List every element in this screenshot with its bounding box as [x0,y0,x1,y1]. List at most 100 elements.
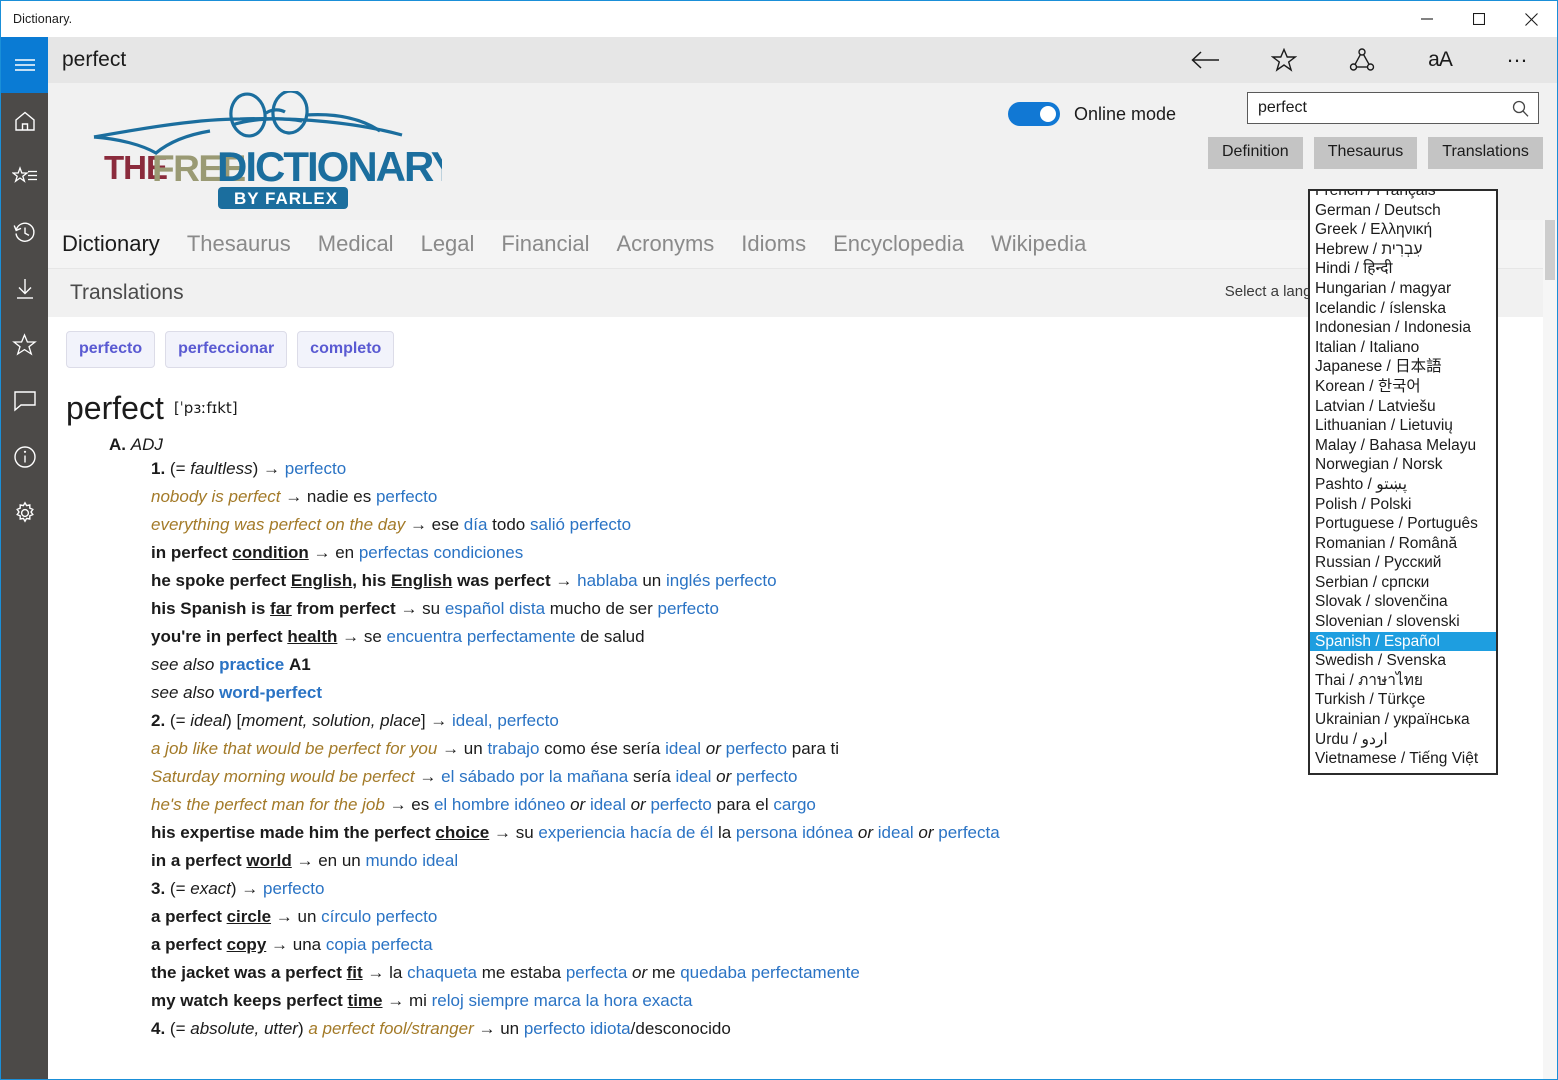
translation-link[interactable]: perfecto [376,487,437,506]
search-box[interactable] [1247,92,1539,124]
language-option[interactable]: Slovenian / slovenski [1310,612,1496,632]
scrollbar-thumb[interactable] [1545,220,1555,280]
translation-link[interactable]: ideal [665,739,701,758]
translation-link[interactable]: perfecto idiota [524,1019,631,1038]
translation-link[interactable]: quedaba perfectamente [680,963,860,982]
translation-link[interactable]: trabajo [487,739,539,758]
translation-link[interactable]: español dista [445,599,545,618]
language-option[interactable]: Thai / ภาษาไทย [1310,671,1496,691]
language-option[interactable]: Romanian / Română [1310,534,1496,554]
content-scrollbar[interactable] [1543,220,1557,1079]
nav-item-financial[interactable]: Financial [501,231,589,257]
sidebar-item-favorites[interactable] [1,317,48,373]
translation-link[interactable]: perfecto [650,795,711,814]
language-option[interactable]: Swedish / Svenska [1310,651,1496,671]
language-listbox[interactable]: French / FrançaisGerman / DeutschGreek /… [1308,189,1498,775]
language-option[interactable]: Icelandic / íslenska [1310,299,1496,319]
translation-link[interactable]: perfecto [263,879,324,898]
translations-button[interactable]: Translations [1428,137,1543,169]
sidebar-item-downloads[interactable] [1,261,48,317]
nav-item-wikipedia[interactable]: Wikipedia [991,231,1086,257]
definition-button[interactable]: Definition [1208,137,1303,169]
font-size-icon[interactable]: aA [1401,37,1479,83]
translation-link[interactable]: ideal [878,823,914,842]
language-option[interactable]: Urdu / اردو [1310,730,1496,750]
search-icon[interactable] [1512,100,1538,117]
thesaurus-button[interactable]: Thesaurus [1314,137,1418,169]
translation-link[interactable]: salió perfecto [530,515,631,534]
language-option[interactable]: Korean / 한국어 [1310,377,1496,397]
close-icon[interactable] [1505,1,1557,37]
language-option[interactable]: French / Français [1310,189,1496,201]
language-option[interactable]: Lithuanian / Lietuvių [1310,416,1496,436]
translation-link[interactable]: persona idónea [736,823,853,842]
language-option[interactable]: Hindi / हिन्दी [1310,259,1496,279]
chip-completo[interactable]: completo [297,331,394,368]
language-option[interactable]: Norwegian / Norsk [1310,455,1496,475]
favorite-star-icon[interactable] [1245,37,1323,83]
see-also-link[interactable]: practice [219,655,284,674]
sidebar-item-home[interactable] [1,93,48,149]
minimize-icon[interactable] [1401,1,1453,37]
language-option[interactable]: Ukrainian / українська [1310,710,1496,730]
language-option[interactable]: Latvian / Latviešu [1310,397,1496,417]
translation-link[interactable]: perfecta [566,963,627,982]
language-option[interactable]: Polish / Polski [1310,495,1496,515]
language-option[interactable]: Italian / Italiano [1310,338,1496,358]
see-also-link[interactable]: word-perfect [219,683,322,702]
translation-link[interactable]: reloj siempre marca la hora exacta [432,991,693,1010]
language-option[interactable]: Malay / Bahasa Melayu [1310,436,1496,456]
language-option[interactable]: Serbian / српски [1310,573,1496,593]
nav-item-idioms[interactable]: Idioms [741,231,806,257]
language-option[interactable]: Hebrew / עִבְרִית [1310,240,1496,260]
sidebar-item-settings[interactable] [1,485,48,541]
nav-item-thesaurus[interactable]: Thesaurus [187,231,291,257]
back-icon[interactable] [1167,37,1245,83]
translation-link[interactable]: mundo ideal [366,851,459,870]
sidebar-item-hamburger-menu[interactable] [1,37,48,93]
language-option[interactable]: Russian / Русский [1310,553,1496,573]
translation-link[interactable]: copia perfecta [326,935,433,954]
language-option[interactable]: Spanish / Español [1310,632,1496,652]
online-mode-toggle[interactable] [1008,102,1060,126]
nav-item-encyclopedia[interactable]: Encyclopedia [833,231,964,257]
translation-link[interactable]: día [464,515,488,534]
translation-link[interactable]: ideal, perfecto [452,711,559,730]
sidebar-item-word-list[interactable] [1,149,48,205]
translation-link[interactable]: perfecto [657,599,718,618]
translation-link[interactable]: chaqueta [407,963,477,982]
translation-link[interactable]: ideal [676,767,712,786]
chip-perfeccionar[interactable]: perfeccionar [165,331,287,368]
sidebar-item-about[interactable] [1,429,48,485]
language-option[interactable]: German / Deutsch [1310,201,1496,221]
language-option[interactable]: Japanese / 日本語 [1310,357,1496,377]
translation-link[interactable]: inglés perfecto [666,571,777,590]
nav-item-acronyms[interactable]: Acronyms [616,231,714,257]
nav-item-legal[interactable]: Legal [421,231,475,257]
sidebar-item-history[interactable] [1,205,48,261]
language-option[interactable]: Turkish / Türkçe [1310,690,1496,710]
language-option[interactable]: Slovak / slovenčina [1310,592,1496,612]
translation-link[interactable]: perfecto [736,767,797,786]
translation-link[interactable]: perfecto [285,459,346,478]
maximize-icon[interactable] [1453,1,1505,37]
nav-item-medical[interactable]: Medical [318,231,394,257]
search-input[interactable] [1248,99,1512,117]
sidebar-item-feedback[interactable] [1,373,48,429]
translation-link[interactable]: experiencia hacía de él [538,823,713,842]
translation-link[interactable]: perfectas condiciones [359,543,523,562]
translation-link[interactable]: el hombre idóneo [434,795,565,814]
translation-link[interactable]: hablaba [577,571,638,590]
translation-link[interactable]: encuentra perfectamente [387,627,576,646]
chip-perfecto[interactable]: perfecto [66,331,155,368]
language-option[interactable]: Vietnamese / Tiếng Việt [1310,749,1496,769]
more-icon[interactable]: … [1479,37,1557,83]
language-option[interactable]: Portuguese / Português [1310,514,1496,534]
language-option[interactable]: Indonesian / Indonesia [1310,318,1496,338]
share-icon[interactable] [1323,37,1401,83]
translation-link[interactable]: perfecta [938,823,999,842]
translation-link[interactable]: el sábado por la mañana [441,767,628,786]
translation-link[interactable]: ideal [590,795,626,814]
language-option[interactable]: Hungarian / magyar [1310,279,1496,299]
translation-link[interactable]: cargo [773,795,816,814]
